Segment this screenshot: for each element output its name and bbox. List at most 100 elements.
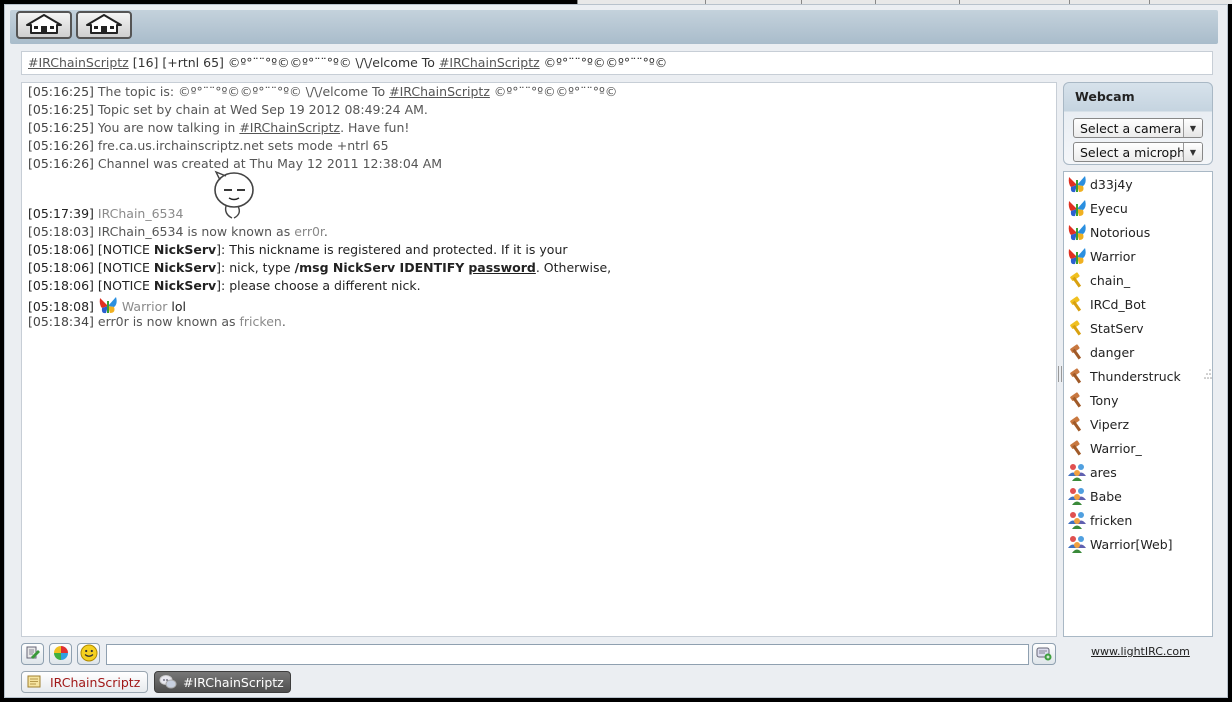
color-wheel-icon <box>53 645 69 664</box>
color-button[interactable] <box>49 643 72 665</box>
timestamp: [05:18:06] <box>28 260 94 275</box>
user-name: chain_ <box>1090 272 1131 288</box>
nick[interactable]: NickServ <box>154 278 216 293</box>
user-list-item[interactable]: Tony <box>1066 389 1206 411</box>
home-button[interactable] <box>16 11 72 39</box>
user-list-item[interactable]: Warrior[Web] <box>1066 533 1206 555</box>
butterfly-icon <box>1066 245 1088 267</box>
message-text: . Otherwise, <box>535 260 612 275</box>
webcam-panel: Webcam Select a camera ▼ Select a microp… <box>1063 82 1213 165</box>
chat-line: [05:16:25] The topic is: ©º°¨¨°º©©º°¨¨°º… <box>28 83 617 101</box>
message-text: [NOTICE <box>97 242 150 257</box>
message-text: Channel was created at Thu May 12 2011 1… <box>97 156 443 171</box>
chat-line: [05:16:25] You are now talking in #IRCha… <box>28 119 409 137</box>
nick[interactable]: Warrior <box>122 299 168 314</box>
user-list-item[interactable]: Babe <box>1066 485 1206 507</box>
chat-line: [05:18:06] [NOTICE NickServ]: please cho… <box>28 277 421 295</box>
message-input[interactable] <box>106 644 1029 665</box>
tab-label: IRChainScriptz <box>50 674 141 690</box>
channel-link[interactable]: #IRChainScriptz <box>389 84 490 99</box>
brown-hammer-icon <box>1066 365 1088 387</box>
users-icon <box>1066 485 1088 507</box>
lightirc-link[interactable]: www.lightIRC.com <box>1091 645 1190 658</box>
emoticon-button[interactable] <box>77 643 100 665</box>
timestamp: [05:18:34] <box>28 314 94 329</box>
nick[interactable]: NickServ <box>154 242 216 257</box>
message-text: You are now talking in <box>97 120 236 135</box>
message-text: [NOTICE <box>97 260 150 275</box>
message-text: . Have fun! <box>340 120 410 135</box>
butterfly-icon <box>1066 197 1088 219</box>
password-placeholder: password <box>468 260 536 275</box>
top-toolbar <box>10 10 1218 44</box>
message-text: ]: nick, type <box>216 260 291 275</box>
gold-hammer-icon <box>1066 269 1088 291</box>
format-button[interactable] <box>21 643 44 665</box>
gold-hammer-icon <box>1066 293 1088 315</box>
tab-irchainscriptz-channel[interactable]: #IRChainScriptz <box>154 671 291 693</box>
microphone-select[interactable]: Select a microphone ▼ <box>1073 142 1203 162</box>
user-list-item[interactable]: Eyecu <box>1066 197 1206 219</box>
message-text: IRChain_6534 is now known as <box>97 224 291 239</box>
user-list-item[interactable]: Thunderstruck <box>1066 365 1206 387</box>
user-list-item[interactable]: Warrior_ <box>1066 437 1206 459</box>
resize-grip-icon[interactable] <box>1204 369 1212 379</box>
timestamp: [05:16:26] <box>28 156 94 171</box>
panel-splitter-handle[interactable] <box>1058 366 1062 382</box>
smiley-face-emote-icon <box>212 168 260 220</box>
channel-topic-bar: #IRChainScriptz [16] [+rtnl 65] ©º°¨¨°º©… <box>21 51 1213 75</box>
timestamp: [05:16:25] <box>28 102 94 117</box>
user-list-item[interactable]: StatServ <box>1066 317 1206 339</box>
message-text: . <box>323 224 328 239</box>
user-list-item[interactable]: Viperz <box>1066 413 1206 435</box>
user-list-item[interactable]: IRCd_Bot <box>1066 293 1206 315</box>
topic-channel-link[interactable]: #IRChainScriptz <box>28 55 129 70</box>
chat-log: [05:16:25] The topic is: ©º°¨¨°º©©º°¨¨°º… <box>21 82 1057 637</box>
chat-line: [05:18:06] [NOTICE NickServ]: nick, type… <box>28 259 611 277</box>
note-icon <box>26 674 44 690</box>
message-text: fre.ca.us.irchainscriptz.net sets mode +… <box>97 138 389 153</box>
chat-line: [05:18:06] [NOTICE NickServ]: This nickn… <box>28 241 568 259</box>
home-button-2[interactable] <box>76 11 132 39</box>
brown-hammer-icon <box>1066 389 1088 411</box>
send-button[interactable] <box>1032 643 1056 665</box>
timestamp: [05:18:03] <box>28 224 94 239</box>
nick[interactable]: fricken <box>240 314 282 329</box>
user-name: d33j4y <box>1090 176 1133 192</box>
tab-irchainscriptz-server[interactable]: IRChainScriptz <box>21 671 148 693</box>
user-name: Notorious <box>1090 224 1151 240</box>
nick[interactable]: IRChain_6534 <box>98 206 184 221</box>
user-name: Tony <box>1090 392 1119 408</box>
chevron-down-icon: ▼ <box>1183 143 1202 161</box>
user-name: Babe <box>1090 488 1122 504</box>
butterfly-icon <box>1066 173 1088 195</box>
user-list-item[interactable]: danger <box>1066 341 1206 363</box>
tab-label: #IRChainScriptz <box>183 674 284 690</box>
chevron-down-icon: ▼ <box>1183 119 1202 137</box>
camera-select[interactable]: Select a camera ▼ <box>1073 118 1203 138</box>
user-list-item[interactable]: Warrior <box>1066 245 1206 267</box>
nick[interactable]: err0r <box>294 224 324 239</box>
channel-link[interactable]: #IRChainScriptz <box>239 120 340 135</box>
brown-hammer-icon <box>1066 437 1088 459</box>
user-list-item[interactable]: Notorious <box>1066 221 1206 243</box>
timestamp: [05:18:06] <box>28 278 94 293</box>
user-list-item[interactable]: ares <box>1066 461 1206 483</box>
chat-line: [05:17:39] IRChain_6534 <box>28 205 183 223</box>
nick[interactable]: NickServ <box>154 260 216 275</box>
home-icon <box>84 13 124 38</box>
butterfly-icon <box>1066 221 1088 243</box>
topic-channel-link-2[interactable]: #IRChainScriptz <box>439 55 540 70</box>
user-name: Warrior_ <box>1090 440 1142 456</box>
user-list-item[interactable]: chain_ <box>1066 269 1206 291</box>
message-text: . <box>281 314 286 329</box>
message-text: ©º°¨¨°º©©º°¨¨°º© <box>493 84 618 99</box>
user-list-item[interactable]: fricken <box>1066 509 1206 531</box>
user-name: Thunderstruck <box>1090 368 1181 384</box>
user-list-item[interactable]: d33j4y <box>1066 173 1206 195</box>
timestamp: [05:16:25] <box>28 120 94 135</box>
message-text: The topic is: ©º°¨¨°º©©º°¨¨°º© \/\/elcom… <box>97 84 386 99</box>
user-name: StatServ <box>1090 320 1144 336</box>
user-list: d33j4y Eyecu Notorious Warrior chain_ IR… <box>1063 171 1213 637</box>
format-icon <box>25 645 41 664</box>
